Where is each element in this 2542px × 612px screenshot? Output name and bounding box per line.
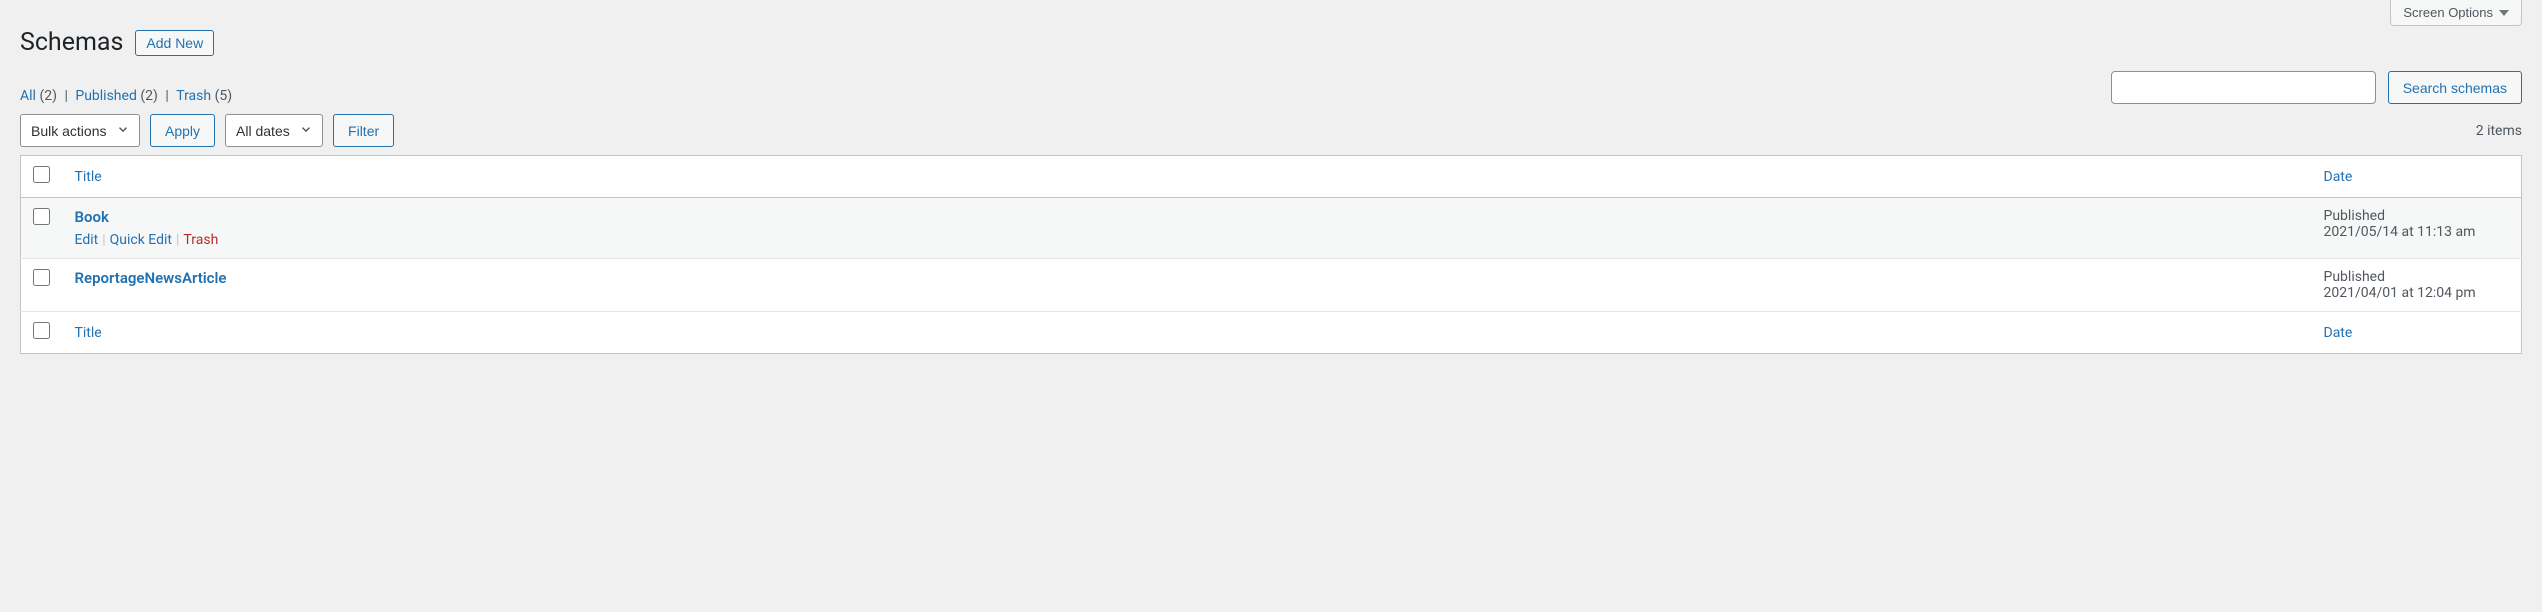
column-title-header[interactable]: Title [75, 169, 102, 185]
filter-button[interactable]: Filter [333, 114, 394, 147]
apply-button[interactable]: Apply [150, 114, 215, 147]
filter-links: All (2) | Published (2) | Trash (5) [20, 88, 232, 104]
quick-edit-link[interactable]: Quick Edit [110, 232, 172, 248]
row-date: 2021/04/01 at 12:04 pm [2324, 285, 2510, 301]
row-status: Published [2324, 208, 2510, 224]
page-title: Schemas [20, 28, 123, 57]
items-count: 2 items [2476, 123, 2522, 139]
screen-options-label: Screen Options [2403, 5, 2493, 20]
row-checkbox[interactable] [33, 269, 50, 286]
row-date: 2021/05/14 at 11:13 am [2324, 224, 2510, 240]
edit-link[interactable]: Edit [75, 232, 99, 248]
row-title-link[interactable]: Book [75, 208, 109, 226]
screen-options-button[interactable]: Screen Options [2390, 0, 2522, 26]
filter-trash-link[interactable]: Trash [176, 88, 211, 104]
row-actions: Edit|Quick Edit|Trash [75, 232, 2300, 248]
column-date-footer[interactable]: Date [2324, 325, 2353, 341]
select-all-checkbox-footer[interactable] [33, 322, 50, 339]
column-title-footer[interactable]: Title [75, 325, 102, 341]
row-title-link[interactable]: ReportageNewsArticle [75, 269, 227, 287]
table-row: Book Edit|Quick Edit|Trash Published2021/0… [21, 198, 2522, 259]
search-button[interactable]: Search schemas [2388, 71, 2522, 104]
row-checkbox[interactable] [33, 208, 50, 225]
search-input[interactable] [2111, 71, 2376, 104]
select-all-checkbox[interactable] [33, 166, 50, 183]
add-new-button[interactable]: Add New [135, 30, 214, 56]
filter-published-link[interactable]: Published [75, 88, 136, 104]
bulk-actions-select[interactable]: Bulk actions [20, 114, 140, 147]
filter-published-count: (2) [140, 88, 158, 104]
row-status: Published [2324, 269, 2510, 285]
dates-select[interactable]: All dates [225, 114, 323, 147]
trash-link[interactable]: Trash [183, 232, 218, 248]
schemas-table: Title Date Book Edit|Quick Edit|Trash Publ… [20, 155, 2522, 354]
column-date-header[interactable]: Date [2324, 169, 2353, 185]
filter-trash-count: (5) [215, 88, 233, 104]
chevron-down-icon [2499, 10, 2509, 16]
filter-all-count: (2) [39, 88, 57, 104]
table-row: ReportageNewsArticle Published2021/04/01 … [21, 259, 2522, 312]
filter-all-link[interactable]: All [20, 88, 36, 104]
